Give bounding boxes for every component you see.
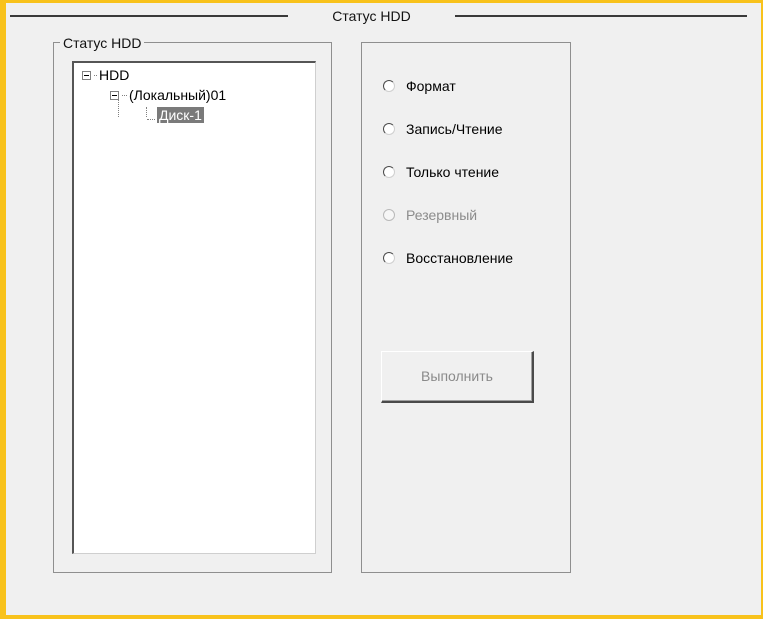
title-divider-right: [455, 15, 747, 17]
tree-node-disk-1[interactable]: Диск-1: [147, 107, 204, 123]
collapse-icon[interactable]: [82, 70, 91, 80]
tree-node-label: (Локальный)01: [129, 87, 227, 103]
title-divider-left: [10, 15, 288, 17]
radio-button-icon[interactable]: [383, 252, 395, 264]
radio-button-icon: [383, 209, 395, 221]
tree-connector-line: [122, 94, 127, 96]
radio-label: Резервный: [406, 207, 478, 223]
radio-label: Только чтение: [406, 164, 500, 180]
radio-button-icon[interactable]: [383, 80, 395, 92]
execute-button[interactable]: Выполнить: [381, 351, 534, 403]
radio-button-icon[interactable]: [383, 123, 395, 135]
tree-node-hdd[interactable]: HDD: [82, 67, 129, 83]
radio-label: Восстановление: [406, 250, 514, 266]
tree-node-label: HDD: [99, 67, 130, 83]
radio-format[interactable]: Формат: [383, 78, 456, 94]
radio-label: Формат: [406, 78, 456, 94]
radio-button-icon[interactable]: [383, 166, 395, 178]
radio-read-write[interactable]: Запись/Чтение: [383, 121, 503, 137]
radio-restore[interactable]: Восстановление: [383, 250, 513, 266]
tree-node-label: Диск-1: [157, 107, 204, 123]
radio-label: Запись/Чтение: [406, 121, 503, 137]
window-title: Статус HDD: [332, 8, 411, 24]
tree-connector-line: [94, 74, 97, 76]
radio-read-only[interactable]: Только чтение: [383, 164, 499, 180]
tree-node-local-01[interactable]: (Локальный)01: [110, 87, 226, 103]
collapse-icon[interactable]: [110, 90, 119, 100]
hdd-status-legend: Статус HDD: [60, 36, 145, 50]
hdd-tree-view[interactable]: HDD (Локальный)01 Диск-1: [72, 61, 316, 554]
tree-connector-line: [147, 118, 155, 120]
radio-reserve: Резервный: [383, 207, 477, 223]
